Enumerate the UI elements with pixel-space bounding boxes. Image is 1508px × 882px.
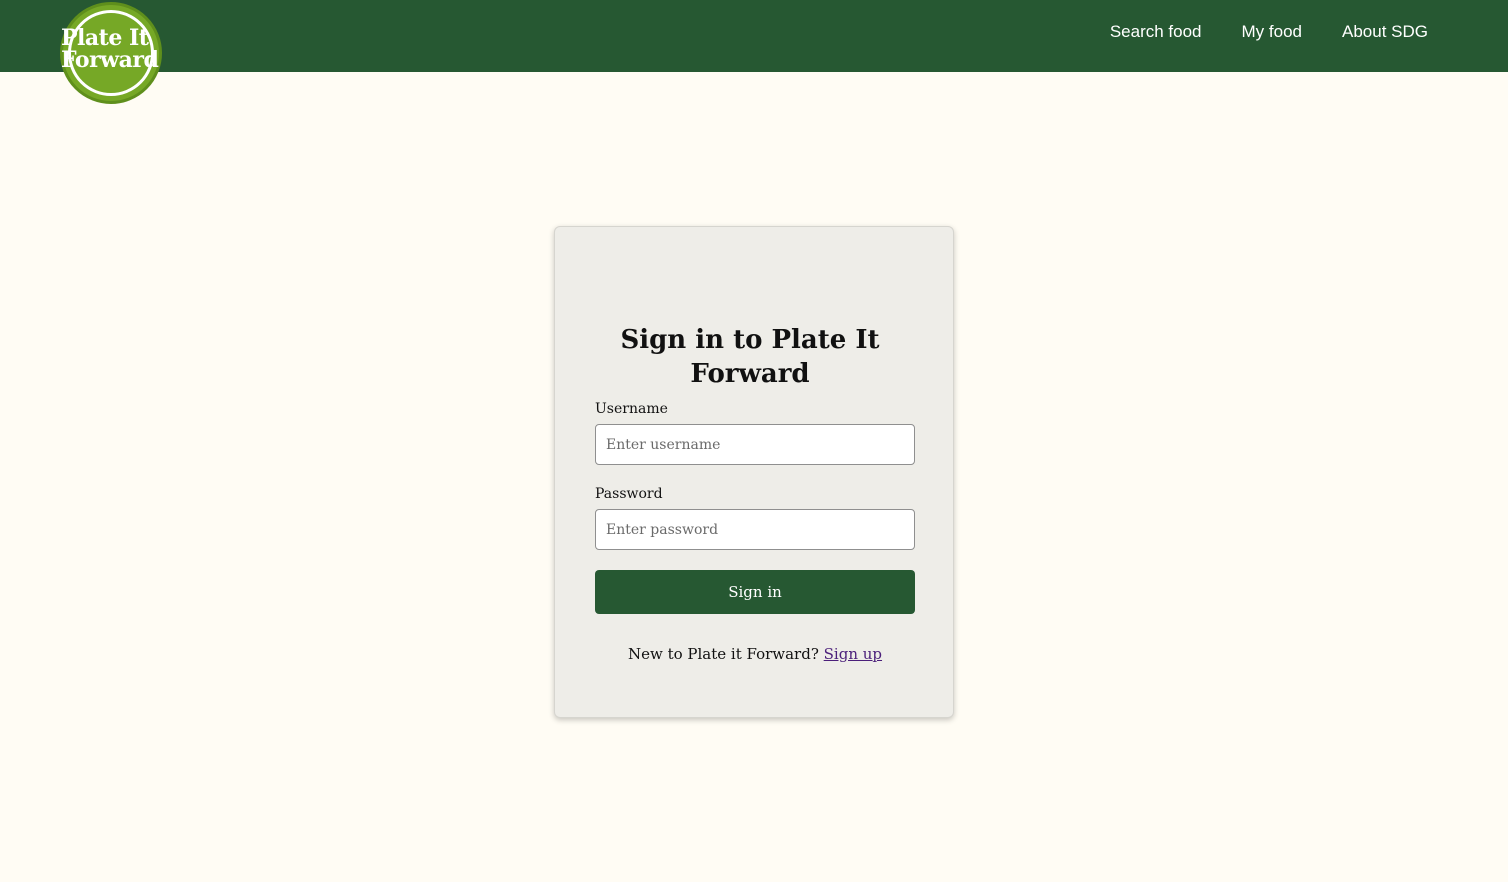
nav-links: Search food My food About SDG xyxy=(1110,0,1428,64)
username-label: Username xyxy=(595,401,668,417)
sign-in-button[interactable]: Sign in xyxy=(595,570,915,614)
sign-in-card: Sign in to Plate It Forward Username Pas… xyxy=(554,226,954,718)
sign-up-link[interactable]: Sign up xyxy=(824,645,882,663)
logo-line-1: Plate It xyxy=(61,25,149,51)
plate-it-forward-logo[interactable]: Plate It Forward xyxy=(60,2,162,104)
logo-line-2: Forward xyxy=(61,47,159,73)
signup-prompt-line: New to Plate it Forward? Sign up xyxy=(555,645,955,663)
nav-search-food[interactable]: Search food xyxy=(1110,22,1202,42)
nav-my-food[interactable]: My food xyxy=(1242,22,1302,42)
password-input[interactable] xyxy=(595,509,915,550)
nav-about-sdg[interactable]: About SDG xyxy=(1342,22,1428,42)
sign-in-title: Sign in to Plate It Forward xyxy=(620,325,880,389)
signup-prompt-text: New to Plate it Forward? xyxy=(627,645,819,663)
username-input[interactable] xyxy=(595,424,915,465)
logo-text: Plate It Forward xyxy=(61,27,171,71)
top-navbar: Plate It Forward Search food My food Abo… xyxy=(0,0,1508,104)
password-label: Password xyxy=(595,486,663,502)
